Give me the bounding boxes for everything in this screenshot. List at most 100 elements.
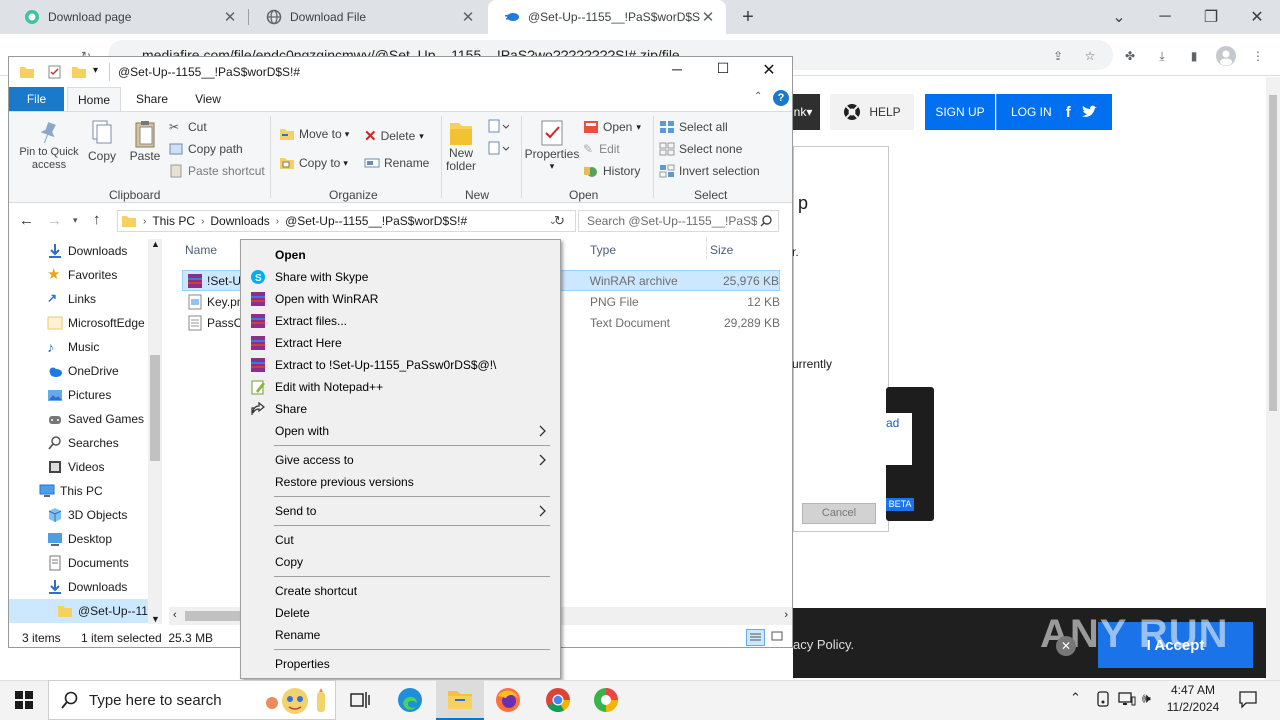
quick-access-dropdown-icon[interactable]: ▾ [93,65,98,76]
move-to-button[interactable]: Move to ▾ [279,127,349,141]
properties-quick-icon[interactable] [47,64,63,80]
tab-home[interactable]: Home [67,87,121,112]
scroll-right-icon[interactable]: › [784,609,788,621]
task-view-button[interactable] [336,680,384,720]
nav-item-current-folder[interactable]: @Set-Up--11 [9,599,155,623]
taskbar-firefox[interactable] [484,680,532,720]
taskbar-file-explorer[interactable] [436,680,484,720]
tab-download-page[interactable]: Download page ✕ [8,0,248,34]
nav-item-documents[interactable]: Documents [47,551,129,575]
copy-button[interactable]: Copy [87,116,117,170]
breadcrumb-downloads[interactable]: Downloads [210,214,269,228]
nav-item-searches[interactable]: Searches [47,431,119,455]
paste-button[interactable]: Paste [127,116,163,170]
explorer-close-button[interactable]: ✕ [757,60,781,82]
nav-item-desktop[interactable]: Desktop [47,527,112,551]
cancel-button[interactable]: Cancel [802,503,876,524]
up-arrow-icon[interactable]: ↑ [93,211,101,228]
minimize-button[interactable]: ─ [1142,0,1188,34]
details-view-icon[interactable] [746,629,765,646]
nav-item-this-pc[interactable]: This PC [39,479,103,503]
nav-item-favorites[interactable]: ★ Favorites [47,263,117,287]
menu-item-delete[interactable]: Delete [243,602,558,624]
menu-item-edit-notepadpp[interactable]: Edit with Notepad++ [243,376,558,398]
scrollbar-thumb[interactable] [1269,95,1277,411]
forward-arrow-icon[interactable]: → [47,212,62,229]
tab-mediafire[interactable]: @Set-Up--1155__!PaS$worD$S!# ✕ [488,0,726,34]
nav-item-videos[interactable]: Videos [47,455,104,479]
tab-view[interactable]: View [181,87,235,111]
nav-item-microsoftedge[interactable]: MicrosoftEdge [47,311,145,335]
tab-share[interactable]: Share [125,87,179,111]
column-header-name[interactable]: Name [185,243,217,257]
invert-selection-button[interactable]: Invert selection [659,164,760,178]
scroll-left-icon[interactable]: ‹ [173,609,177,621]
history-button[interactable]: History [583,164,640,178]
explorer-address-bar[interactable]: › This PC › Downloads › @Set-Up--1155__!… [117,210,576,232]
new-folder-quick-icon[interactable] [71,64,87,80]
volume-icon[interactable]: 🕪 [1142,690,1151,707]
taskbar-chrome[interactable] [534,680,582,720]
recent-locations-icon[interactable]: ▾ [73,215,78,226]
taskbar-edge[interactable] [386,680,434,720]
tray-device-icon[interactable] [1095,690,1111,708]
column-header-size[interactable]: Size [710,243,733,257]
copy-to-button[interactable]: Copy to ▾ [279,156,348,170]
tab-close-icon[interactable]: ✕ [700,9,716,26]
watermark-close-icon[interactable]: ✕ [1056,636,1076,656]
breadcrumb-this-pc[interactable]: This PC [152,214,195,228]
breadcrumb-current-folder[interactable]: @Set-Up--1155__!PaS$worD$S!# [285,214,467,228]
menu-item-restore-versions[interactable]: Restore previous versions [243,471,558,493]
nav-item-music[interactable]: ♪ Music [47,335,99,359]
menu-item-send-to[interactable]: Send to [243,500,558,522]
scroll-up-icon[interactable]: ▲ [151,239,160,249]
scroll-down-icon[interactable]: ▼ [151,614,160,624]
new-folder-button[interactable]: New folder [443,116,479,184]
refresh-icon[interactable]: ↻ [554,213,565,229]
new-tab-button[interactable]: + [736,5,760,29]
start-button[interactable] [0,680,48,720]
menu-item-give-access[interactable]: Give access to [243,449,558,471]
log-in-button[interactable]: LOG IN f [996,94,1112,130]
nav-item-downloads[interactable]: Downloads [47,239,127,263]
tray-overflow-chevron-icon[interactable]: ⌃ [1070,690,1081,706]
menu-item-share-skype[interactable]: S Share with Skype [243,266,558,288]
copy-path-button[interactable]: Copy path [169,142,243,156]
tab-close-icon[interactable]: ✕ [460,9,476,26]
share-icon[interactable]: ⇪ [1046,44,1070,68]
open-button[interactable]: Open ▾ [583,120,641,134]
close-button[interactable]: ✕ [1234,0,1280,34]
paste-shortcut-button[interactable]: Paste shortcut [169,164,265,178]
back-arrow-icon[interactable]: ← [19,212,34,229]
page-scrollbar[interactable] [1266,77,1280,680]
privacy-policy-link[interactable]: acy Policy. [793,637,854,652]
select-none-button[interactable]: Select none [659,142,742,156]
help-button[interactable]: HELP [830,94,914,130]
notifications-icon[interactable] [1238,689,1258,709]
tab-download-file[interactable]: Download File ✕ [250,0,486,34]
facebook-icon[interactable]: f [1066,104,1071,121]
explorer-minimize-button[interactable]: ─ [665,61,689,83]
twitter-icon[interactable] [1081,105,1097,119]
tab-file[interactable]: File [9,87,64,111]
tab-close-icon[interactable]: ✕ [222,9,238,26]
cut-button[interactable]: ✂ Cut [169,120,207,134]
network-icon[interactable] [1118,691,1136,707]
menu-item-cut[interactable]: Cut [243,529,558,551]
new-item-icon[interactable] [487,118,509,134]
taskbar-app-colorwheel[interactable] [582,680,630,720]
menu-item-open-winrar[interactable]: Open with WinRAR [243,288,558,310]
nav-item-saved-games[interactable]: Saved Games [47,407,144,431]
menu-icon[interactable]: ⋮ [1246,44,1270,68]
help-icon[interactable]: ? [773,90,789,106]
menu-item-extract-files[interactable]: Extract files... [243,310,558,332]
downloads-icon[interactable]: ⤓ [1150,44,1174,68]
restore-button[interactable]: ❐ [1188,0,1234,34]
delete-button[interactable]: ✕ Delete ▾ [364,127,424,145]
nav-item-3d-objects[interactable]: 3D Objects [47,503,127,527]
download-link[interactable]: ad [886,416,899,430]
nav-item-downloads-pc[interactable]: Downloads [47,575,127,599]
profile-avatar-icon[interactable] [1214,44,1238,68]
nav-pane-scrollbar[interactable]: ▲ ▼ [148,239,162,624]
menu-item-open[interactable]: Open [243,244,558,266]
